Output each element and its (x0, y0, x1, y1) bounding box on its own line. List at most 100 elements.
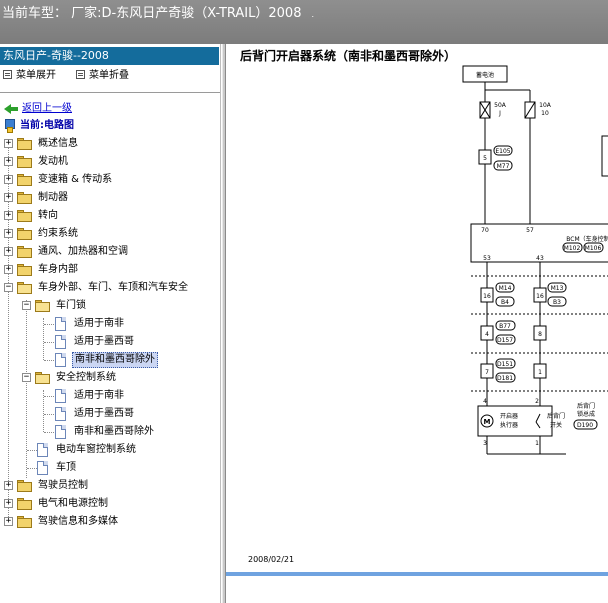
connector-label-d190: D190 (577, 422, 593, 429)
tree-item-door-lock[interactable]: − 车门锁 (0, 298, 215, 314)
tree-item-label: 安全控制系统 (56, 372, 116, 383)
tree-item-label: 适用于南非 (74, 318, 124, 329)
connector-label-b3: B3 (553, 299, 561, 306)
tree-item-exterior[interactable]: − 车身外部、车门、车顶和汽车安全 (0, 280, 215, 296)
document-icon (55, 389, 66, 403)
collapse-toggle-icon[interactable]: − (22, 301, 31, 310)
connector-label-m14: M14 (499, 285, 512, 292)
expand-toggle-icon[interactable]: + (4, 175, 13, 184)
folder-open-icon (35, 300, 51, 312)
folder-icon (17, 174, 33, 186)
diagram-bottom-border (226, 572, 608, 576)
tree-item-security-south-africa[interactable]: 适用于南非 (0, 388, 215, 404)
tree-item-label-selected: 南非和墨西哥除外 (72, 352, 158, 368)
expand-toggle-icon[interactable]: + (4, 499, 13, 508)
pin-label: 1 (538, 369, 542, 376)
diagram-date: 2008/02/21 (248, 555, 295, 564)
folder-open-icon (17, 282, 33, 294)
expand-toggle-icon[interactable]: + (4, 211, 13, 220)
tree-item-transmission[interactable]: + 变速箱 & 传动系 (0, 172, 215, 188)
back-link[interactable]: 返回上一级 (22, 101, 72, 117)
component-label: 开关 (550, 421, 562, 429)
pin-label: 4 (485, 331, 489, 338)
fuse1-number: J (498, 110, 501, 117)
tree-item-electrical-power[interactable]: + 电气和电源控制 (0, 496, 215, 512)
tree-item-hvac[interactable]: + 通风、加热器和空调 (0, 244, 215, 260)
tree-item-label: 通风、加热器和空调 (38, 246, 128, 257)
tree-item-door-lock-south-africa[interactable]: 适用于南非 (0, 316, 215, 332)
panel-divider (0, 92, 220, 93)
document-icon (55, 407, 66, 421)
menu-icon (3, 69, 12, 79)
expand-toggle-icon[interactable]: + (4, 193, 13, 202)
fuse2-number: 10 (541, 110, 549, 117)
tree-item-label: 车身内部 (38, 264, 78, 275)
tree-item-door-lock-mexico[interactable]: 适用于墨西哥 (0, 334, 215, 350)
tree-item-label: 发动机 (38, 156, 68, 167)
collapse-toggle-icon[interactable]: − (4, 283, 13, 292)
folder-icon (17, 228, 33, 240)
folder-icon (17, 498, 33, 510)
connector-label-m13: M13 (551, 285, 564, 292)
pin-label: 7 (485, 369, 489, 376)
tree-item-driver-controls[interactable]: + 驾驶员控制 (0, 478, 215, 494)
circuit-diagram-icon (5, 119, 15, 133)
folder-icon (17, 264, 33, 276)
tree-item-security-mexico[interactable]: 适用于墨西哥 (0, 406, 215, 422)
tree-item-label: 电气和电源控制 (38, 498, 108, 509)
tree-item-label: 变速箱 & 传动系 (38, 174, 113, 185)
folder-icon (17, 138, 33, 150)
folder-icon (17, 210, 33, 222)
tree-item-power-window[interactable]: 电动车窗控制系统 (0, 442, 215, 458)
menu-collapse-button[interactable]: 菜单折叠 (76, 68, 129, 84)
wiring-diagram: 蓄电池 50A J 10A 10 E105 M77 5 70 57 BCM（车身… (462, 65, 608, 455)
tree-item-security-control[interactable]: − 安全控制系统 (0, 370, 215, 386)
menu-expand-button[interactable]: 菜单展开 (3, 68, 56, 84)
pin-label: 1 (535, 440, 539, 447)
battery-label: 蓄电池 (476, 71, 494, 79)
pin-label: 16 (483, 293, 491, 300)
expand-toggle-icon[interactable]: + (4, 517, 13, 526)
document-icon (55, 425, 66, 439)
connector-label-m77: M77 (497, 163, 510, 170)
tree-item-label: 电动车窗控制系统 (56, 444, 136, 455)
connector-label-m102: M102 (564, 245, 581, 252)
component-label: 锁总成 (577, 410, 595, 418)
folder-icon (17, 156, 33, 168)
connector-label-d181: D181 (497, 375, 513, 382)
tree-item-label: 约束系统 (38, 228, 78, 239)
tree-item-label: 驾驶员控制 (38, 480, 88, 491)
connector-label-m106: M106 (585, 245, 602, 252)
pin-label: 70 (481, 227, 489, 234)
component-label: 执行器 (500, 421, 518, 429)
document-icon (37, 461, 48, 475)
tree-item-label: 车身外部、车门、车顶和汽车安全 (38, 282, 188, 293)
folder-icon (17, 516, 33, 528)
fuse2-rating: 10A (539, 102, 552, 109)
expand-toggle-icon[interactable]: + (4, 247, 13, 256)
back-link-row[interactable]: 返回上一级 (0, 101, 200, 117)
tree-item-brakes[interactable]: + 制动器 (0, 190, 215, 206)
navigation-tree-panel: 东风日产-奇骏--2008 菜单展开 菜单折叠 返回上一级 当前:电路图 + 概… (0, 44, 221, 603)
expand-toggle-icon[interactable]: + (4, 265, 13, 274)
tree-item-driver-info-multimedia[interactable]: + 驾驶信息和多媒体 (0, 514, 215, 530)
pin-label: 4 (483, 398, 487, 405)
expand-toggle-icon[interactable]: + (4, 229, 13, 238)
collapse-toggle-icon[interactable]: − (22, 373, 31, 382)
tree-item-security-other[interactable]: 南非和墨西哥除外 (0, 424, 215, 440)
motor-m-symbol: M (484, 418, 491, 426)
current-location-row: 当前:电路图 (0, 118, 200, 134)
tree-item-interior[interactable]: + 车身内部 (0, 262, 215, 278)
tree-item-door-lock-other[interactable]: 南非和墨西哥除外 (0, 352, 215, 368)
relay-box (601, 135, 608, 177)
tree-item-roof[interactable]: 车顶 (0, 460, 215, 476)
expand-toggle-icon[interactable]: + (4, 157, 13, 166)
tree-item-label: 制动器 (38, 192, 68, 203)
expand-toggle-icon[interactable]: + (4, 481, 13, 490)
tree-item-engine[interactable]: + 发动机 (0, 154, 215, 170)
expand-toggle-icon[interactable]: + (4, 139, 13, 148)
tree-item-steering[interactable]: + 转向 (0, 208, 215, 224)
tree-item-restraint[interactable]: + 约束系统 (0, 226, 215, 242)
connector-label-d151: D151 (497, 361, 513, 368)
tree-item-overview[interactable]: + 概述信息 (0, 136, 215, 152)
